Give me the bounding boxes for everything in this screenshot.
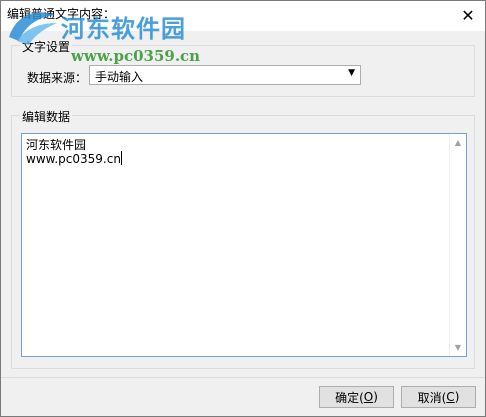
scroll-up-icon[interactable]: ▲: [450, 134, 466, 151]
data-source-select[interactable]: 手动输入 ▼: [89, 65, 361, 85]
edit-data-label: 编辑数据: [20, 108, 73, 125]
text-settings-label: 文字设置: [20, 38, 73, 55]
dropdown-arrow-icon: ▼: [348, 68, 355, 78]
text-line-with-caret: www.pc0359.cn: [26, 151, 122, 166]
ok-label-prefix: 确定(: [335, 390, 364, 405]
ok-accelerator-key: O: [363, 390, 374, 404]
close-icon: ✕: [461, 5, 475, 25]
window-title: 编辑普通文字内容：: [7, 7, 116, 21]
data-source-value: 手动输入: [95, 70, 144, 84]
close-button[interactable]: ✕: [451, 1, 485, 29]
dialog-footer: 确定(O) 取消(C): [1, 377, 485, 416]
cancel-label-suffix: ): [454, 390, 460, 404]
cancel-label-prefix: 取消(: [417, 390, 447, 405]
vertical-scrollbar[interactable]: ▲ ▼: [449, 134, 466, 356]
title-bar: 编辑普通文字内容： ✕: [1, 1, 485, 31]
text-line: www.pc0359.cn: [26, 152, 121, 166]
ok-label-suffix: ): [373, 390, 378, 404]
ok-button[interactable]: 确定(O): [319, 386, 394, 408]
data-source-label: 数据来源：: [27, 71, 88, 85]
cancel-button[interactable]: 取消(C): [401, 386, 476, 408]
scroll-down-icon[interactable]: ▼: [450, 339, 466, 356]
cancel-accelerator-key: C: [446, 390, 455, 404]
text-caret: [120, 151, 122, 165]
dialog-window: 编辑普通文字内容： ✕ 文字设置 数据来源： 手动输入 ▼ 编辑数据 河东软件园…: [0, 0, 486, 417]
edit-data-textarea[interactable]: 河东软件园 www.pc0359.cn ▲ ▼: [21, 133, 467, 357]
